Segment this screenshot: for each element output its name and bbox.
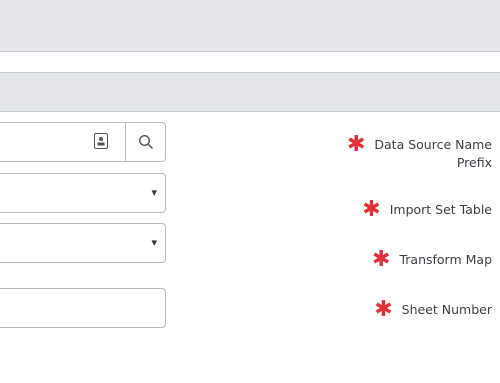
sheet-number-label-text: Sheet Number	[401, 302, 492, 317]
required-icon: ✱	[346, 132, 366, 157]
data-source-name-label-text: Data Source Name	[374, 137, 492, 152]
sheet-number-label: ✱ Sheet Number	[374, 297, 492, 323]
section-header-bar	[0, 72, 500, 112]
transform-map-label-text: Transform Map	[399, 252, 492, 267]
sheet-number-input[interactable]	[0, 288, 166, 328]
import-set-table-select[interactable]: ▾	[0, 173, 166, 213]
chevron-down-icon: ▾	[151, 236, 157, 249]
import-set-table-label: ✱ Import Set Table	[362, 197, 492, 223]
import-set-table-label-text: Import Set Table	[389, 202, 492, 217]
required-icon: ✱	[372, 247, 391, 272]
required-icon: ✱	[362, 197, 381, 222]
search-icon	[138, 134, 154, 150]
data-source-name-field	[0, 122, 166, 162]
required-icon: ✱	[374, 297, 393, 322]
header-bar	[0, 0, 500, 52]
data-source-name-label-line2: Prefix	[456, 155, 492, 170]
reference-card-icon[interactable]	[94, 133, 108, 149]
chevron-down-icon: ▾	[151, 186, 157, 199]
search-button[interactable]	[125, 123, 166, 161]
transform-map-label: ✱ Transform Map	[372, 247, 492, 273]
transform-map-select[interactable]: ▾	[0, 223, 166, 263]
